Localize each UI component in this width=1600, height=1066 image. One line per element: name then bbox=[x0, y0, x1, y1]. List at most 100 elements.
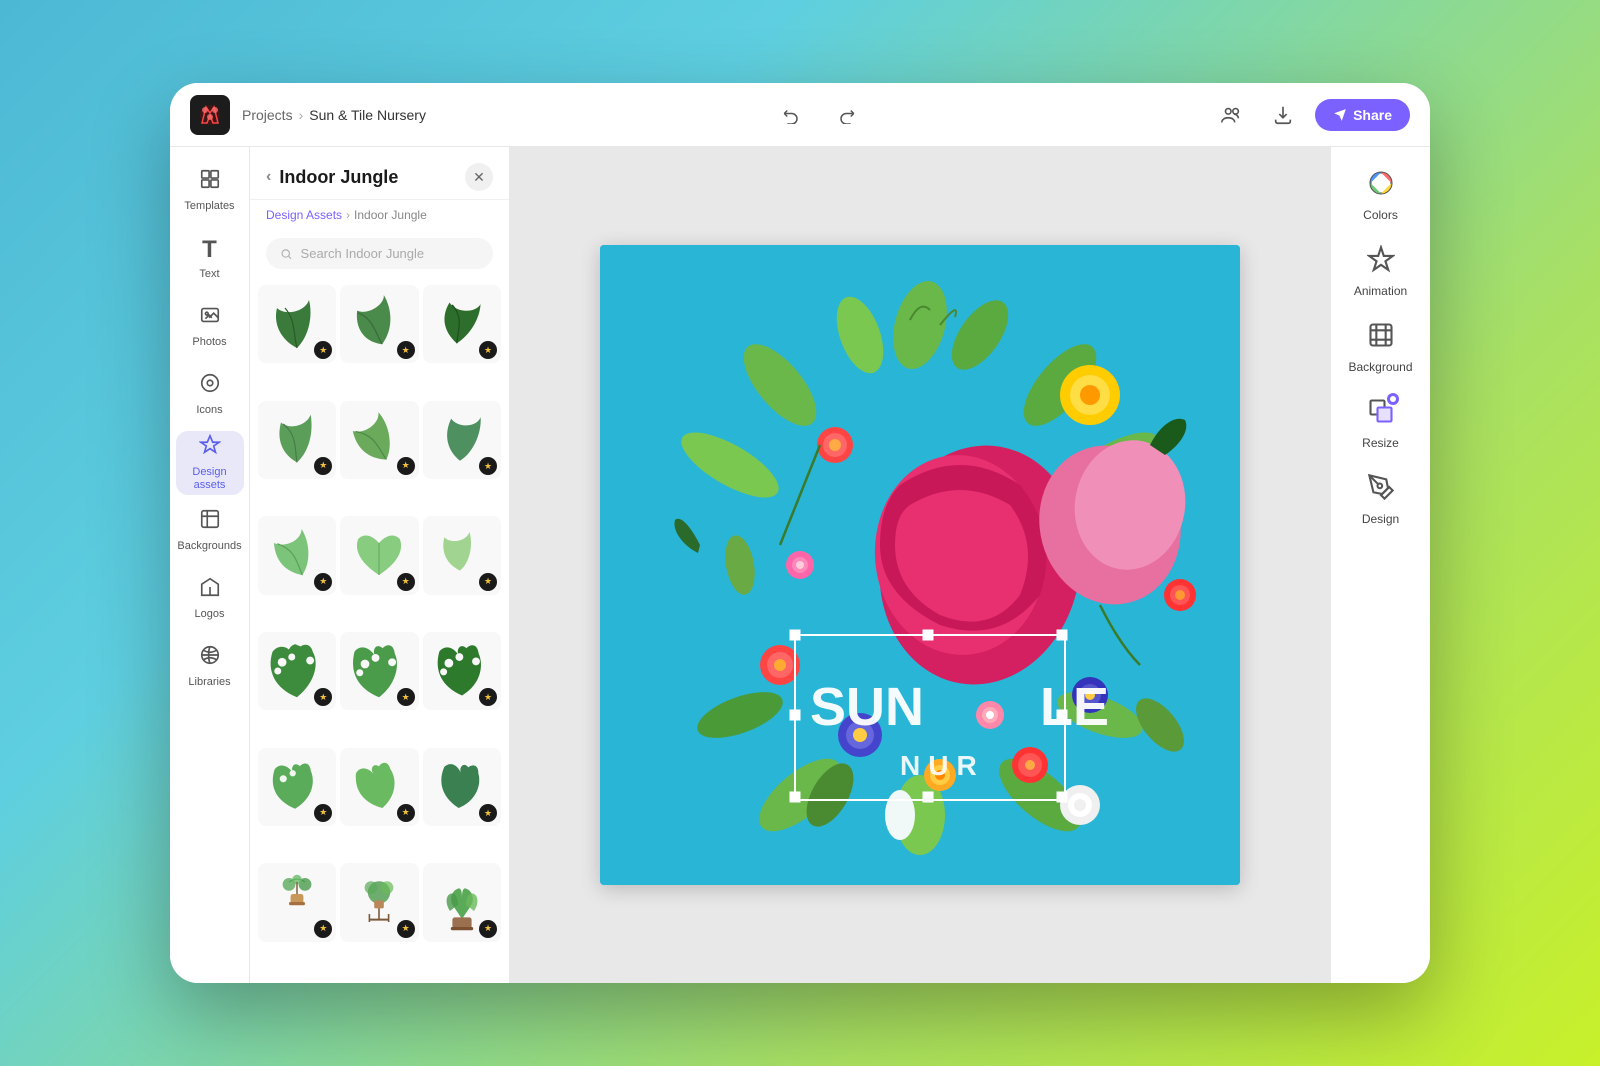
asset-star[interactable]: ★ bbox=[479, 804, 497, 822]
sidebar-item-libraries[interactable]: Libraries bbox=[176, 635, 244, 699]
right-tool-animation[interactable]: Animation bbox=[1341, 235, 1421, 307]
right-tool-colors[interactable]: Colors bbox=[1341, 159, 1421, 231]
resize-icon bbox=[1367, 397, 1395, 432]
asset-star[interactable]: ★ bbox=[397, 457, 415, 475]
breadcrumb: Projects › Sun & Tile Nursery bbox=[242, 107, 426, 123]
sidebar-item-photos[interactable]: Photos bbox=[176, 295, 244, 359]
sidebar-item-templates[interactable]: Templates bbox=[176, 159, 244, 223]
backgrounds-icon bbox=[199, 508, 221, 536]
colors-label: Colors bbox=[1363, 208, 1398, 222]
text-icon: T bbox=[202, 236, 217, 264]
breadcrumb-design-assets[interactable]: Design Assets bbox=[266, 208, 342, 222]
asset-star[interactable]: ★ bbox=[397, 804, 415, 822]
panel-close-button[interactable]: ✕ bbox=[465, 163, 493, 191]
asset-star[interactable]: ★ bbox=[479, 457, 497, 475]
asset-item[interactable]: ★ bbox=[340, 748, 418, 826]
photos-icon bbox=[199, 304, 221, 332]
templates-icon bbox=[199, 168, 221, 196]
animation-icon bbox=[1367, 245, 1395, 280]
asset-star[interactable]: ★ bbox=[314, 573, 332, 591]
asset-star[interactable]: ★ bbox=[314, 341, 332, 359]
asset-star[interactable]: ★ bbox=[314, 920, 332, 938]
asset-item[interactable]: ★ bbox=[423, 632, 501, 710]
logos-icon bbox=[199, 576, 221, 604]
asset-item[interactable]: ★ bbox=[340, 863, 418, 941]
right-tool-resize[interactable]: Resize bbox=[1341, 387, 1421, 459]
asset-item[interactable]: ★ bbox=[258, 285, 336, 363]
animation-label: Animation bbox=[1354, 284, 1407, 298]
adobe-logo bbox=[190, 95, 230, 135]
breadcrumb-parent[interactable]: Projects bbox=[242, 107, 293, 123]
templates-label: Templates bbox=[184, 200, 234, 213]
search-wrap bbox=[266, 238, 493, 269]
asset-item[interactable]: ★ bbox=[258, 516, 336, 594]
app-window: Projects › Sun & Tile Nursery bbox=[170, 83, 1430, 983]
asset-item[interactable]: ★ bbox=[340, 632, 418, 710]
share-button[interactable]: Share bbox=[1315, 99, 1410, 131]
canvas-wrapper: SUN LE NUR bbox=[600, 245, 1240, 885]
backgrounds-label: Backgrounds bbox=[177, 540, 241, 553]
sidebar-item-text[interactable]: T Text bbox=[176, 227, 244, 291]
asset-star[interactable]: ★ bbox=[479, 341, 497, 359]
svg-text:SUN: SUN bbox=[810, 677, 924, 737]
panel-title-text: Indoor Jungle bbox=[279, 167, 398, 188]
design-label: Design bbox=[1362, 512, 1399, 526]
asset-item[interactable]: ★ bbox=[258, 748, 336, 826]
breadcrumb-current[interactable]: Sun & Tile Nursery bbox=[309, 107, 426, 123]
asset-item[interactable]: ★ bbox=[423, 748, 501, 826]
undo-button[interactable] bbox=[771, 95, 811, 135]
resize-label: Resize bbox=[1362, 436, 1399, 450]
right-tool-background[interactable]: Background bbox=[1341, 311, 1421, 383]
asset-item[interactable]: ★ bbox=[423, 863, 501, 941]
panel-search bbox=[250, 230, 509, 277]
canvas-image: SUN LE NUR bbox=[600, 245, 1240, 885]
asset-item[interactable]: ★ bbox=[258, 863, 336, 941]
colors-icon bbox=[1367, 169, 1395, 204]
asset-item[interactable]: ★ bbox=[340, 285, 418, 363]
main-content: Templates T Text Photos bbox=[170, 147, 1430, 983]
download-button[interactable] bbox=[1263, 95, 1303, 135]
asset-item[interactable]: ★ bbox=[423, 401, 501, 479]
search-input[interactable] bbox=[301, 246, 479, 261]
asset-item[interactable]: ★ bbox=[258, 632, 336, 710]
panel: ‹ Indoor Jungle ✕ Design Assets › Indoor… bbox=[250, 147, 510, 983]
asset-star[interactable]: ★ bbox=[397, 573, 415, 591]
asset-star[interactable]: ★ bbox=[397, 341, 415, 359]
asset-star[interactable]: ★ bbox=[397, 688, 415, 706]
sidebar-item-icons[interactable]: Icons bbox=[176, 363, 244, 427]
header-actions: Share bbox=[1211, 95, 1410, 135]
assets-grid: ★ ★ ★ bbox=[250, 277, 509, 983]
sidebar-item-backgrounds[interactable]: Backgrounds bbox=[176, 499, 244, 563]
panel-header: ‹ Indoor Jungle ✕ bbox=[250, 147, 509, 200]
libraries-label: Libraries bbox=[188, 676, 230, 689]
asset-star[interactable]: ★ bbox=[397, 920, 415, 938]
icons-icon bbox=[199, 372, 221, 400]
asset-star[interactable]: ★ bbox=[479, 573, 497, 591]
asset-star[interactable]: ★ bbox=[479, 920, 497, 938]
panel-back-button[interactable]: ‹ bbox=[266, 168, 271, 186]
panel-title: ‹ Indoor Jungle bbox=[266, 167, 398, 188]
logos-label: Logos bbox=[195, 608, 225, 621]
header-center bbox=[438, 95, 1199, 135]
asset-item[interactable]: ★ bbox=[258, 401, 336, 479]
asset-item[interactable]: ★ bbox=[340, 516, 418, 594]
asset-item[interactable]: ★ bbox=[340, 401, 418, 479]
sidebar-item-logos[interactable]: Logos bbox=[176, 567, 244, 631]
right-sidebar: Colors Animation bbox=[1330, 147, 1430, 983]
asset-star[interactable]: ★ bbox=[314, 457, 332, 475]
left-sidebar: Templates T Text Photos bbox=[170, 147, 250, 983]
redo-button[interactable] bbox=[827, 95, 867, 135]
icons-label: Icons bbox=[196, 404, 222, 417]
right-tool-design[interactable]: Design bbox=[1341, 463, 1421, 535]
search-icon bbox=[280, 247, 293, 261]
design-assets-icon bbox=[199, 434, 221, 462]
background-icon bbox=[1367, 321, 1395, 356]
asset-item[interactable]: ★ bbox=[423, 285, 501, 363]
canvas-area[interactable]: SUN LE NUR bbox=[510, 147, 1330, 983]
libraries-icon bbox=[199, 644, 221, 672]
asset-item[interactable]: ★ bbox=[423, 516, 501, 594]
collaborate-button[interactable] bbox=[1211, 95, 1251, 135]
sidebar-item-design-assets[interactable]: Design assets bbox=[176, 431, 244, 495]
design-icon bbox=[1367, 473, 1395, 508]
breadcrumb-separator: › bbox=[299, 107, 304, 123]
